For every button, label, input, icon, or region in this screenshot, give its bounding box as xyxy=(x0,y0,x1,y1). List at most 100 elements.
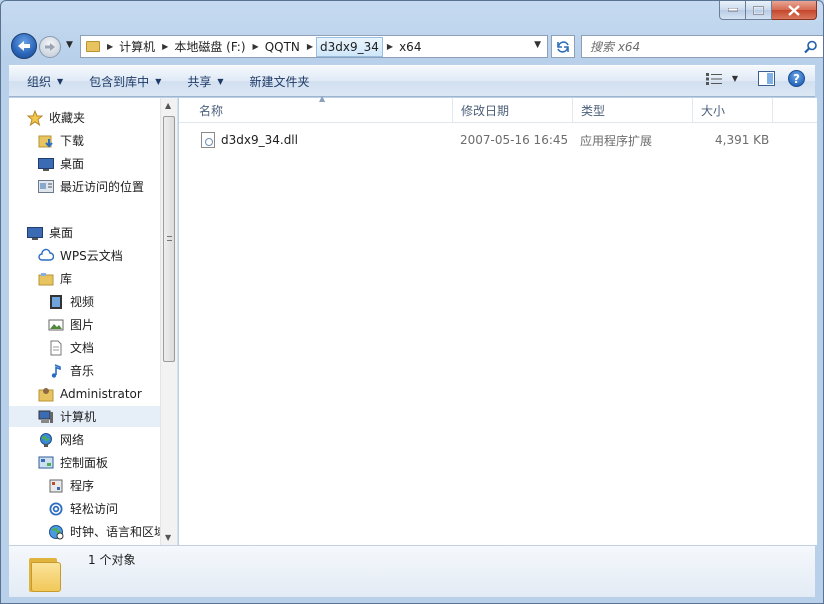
address-history-dropdown[interactable]: ▼ xyxy=(534,40,541,50)
help-icon[interactable]: ? xyxy=(788,70,805,87)
scroll-up-icon[interactable]: ▲ xyxy=(165,101,171,110)
item-count: 1 个对象 xyxy=(88,553,136,567)
column-header-size-label: 大小 xyxy=(701,104,726,118)
search-box[interactable] xyxy=(581,35,823,58)
details-pane: 1 个对象 xyxy=(9,545,815,597)
refresh-button[interactable] xyxy=(551,35,575,58)
sidebar-item-label: WPS云文档 xyxy=(60,249,123,263)
sidebar-item-programs[interactable]: 程序 xyxy=(48,475,94,496)
column-header-type[interactable]: 类型 xyxy=(573,98,693,123)
breadcrumb-x64[interactable]: x64 xyxy=(399,40,421,54)
chevron-right-icon[interactable]: ▶ xyxy=(107,42,113,51)
recent-pages-dropdown[interactable]: ▼ xyxy=(66,40,73,50)
scroll-down-icon[interactable]: ▼ xyxy=(165,533,171,542)
back-button[interactable] xyxy=(11,33,37,59)
sidebar-item-label: 最近访问的位置 xyxy=(60,180,145,194)
sidebar-item-downloads[interactable]: 下载 xyxy=(38,130,84,151)
sidebar-item-ease-of-access[interactable]: 轻松访问 xyxy=(48,498,118,519)
sidebar-favorites-label: 收藏夹 xyxy=(49,111,86,125)
breadcrumb-local-disk[interactable]: 本地磁盘 (F:) xyxy=(174,38,245,55)
sidebar-item-wps-cloud[interactable]: WPS云文档 xyxy=(38,245,123,266)
close-icon xyxy=(788,4,800,16)
chevron-right-icon[interactable]: ▶ xyxy=(307,42,313,51)
search-input[interactable] xyxy=(582,36,792,57)
column-header-name[interactable]: 名称 xyxy=(191,98,453,123)
file-row[interactable]: d3dx9_34.dll 2007-05-16 16:45 应用程序扩展 4,3… xyxy=(179,129,817,151)
sidebar-item-label: 网络 xyxy=(60,433,85,447)
chevron-right-icon[interactable]: ▶ xyxy=(162,42,168,51)
back-arrow-icon xyxy=(18,41,30,51)
computer-icon xyxy=(38,409,54,425)
new-folder-button[interactable]: 新建文件夹 xyxy=(242,69,318,93)
grip-icon xyxy=(167,236,172,241)
sidebar-item-label: Administrator xyxy=(60,386,142,401)
dll-file-icon xyxy=(201,132,215,148)
sidebar-item-pictures[interactable]: 图片 xyxy=(48,314,94,335)
column-header-modified-label: 修改日期 xyxy=(461,104,510,118)
refresh-icon xyxy=(557,40,569,53)
sidebar-favorites[interactable]: 收藏夹 xyxy=(27,107,85,128)
chevron-right-icon[interactable]: ▶ xyxy=(387,42,393,51)
sidebar-item-clock-language-region[interactable]: 时钟、语言和区域 xyxy=(48,521,166,542)
breadcrumb-qqtn[interactable]: QQTN xyxy=(265,40,300,54)
sidebar-item-label: 桌面 xyxy=(60,157,85,171)
sidebar-item-administrator[interactable]: Administrator xyxy=(38,383,142,404)
sidebar-item-documents[interactable]: 文档 xyxy=(48,337,94,358)
maximize-button[interactable] xyxy=(746,1,772,20)
organize-button[interactable]: 组织 ▼ xyxy=(19,69,71,93)
sidebar-item-label: 控制面板 xyxy=(60,456,109,470)
sidebar-desktop-label: 桌面 xyxy=(49,226,74,240)
folder-icon xyxy=(29,552,61,592)
user-folder-icon xyxy=(38,386,54,402)
preview-pane-icon[interactable] xyxy=(758,70,776,87)
view-details-icon xyxy=(705,72,722,85)
ease-of-access-icon xyxy=(48,501,64,517)
sidebar-item-music[interactable]: 音乐 xyxy=(48,360,94,381)
sidebar-item-label: 计算机 xyxy=(60,410,97,424)
sidebar-item-library[interactable]: 库 xyxy=(38,268,72,289)
close-button[interactable] xyxy=(772,1,817,20)
include-in-library-button[interactable]: 包含到库中 ▼ xyxy=(81,69,169,93)
sidebar-item-control-panel[interactable]: 控制面板 xyxy=(38,452,108,473)
sidebar-item-label: 文档 xyxy=(70,341,95,355)
organize-label: 组织 xyxy=(27,74,52,89)
column-header-modified[interactable]: 修改日期 xyxy=(453,98,573,123)
breadcrumb-computer[interactable]: 计算机 xyxy=(119,38,155,55)
folder-icon xyxy=(86,41,100,52)
video-icon xyxy=(48,294,64,310)
scrollbar-thumb[interactable] xyxy=(163,116,175,362)
sidebar-item-desktop[interactable]: 桌面 xyxy=(38,153,84,174)
sidebar-item-label: 时钟、语言和区域 xyxy=(70,525,167,539)
sidebar-item-network[interactable]: 网络 xyxy=(38,429,84,450)
minimize-button[interactable] xyxy=(719,1,746,20)
change-view-button[interactable]: ▼ xyxy=(705,72,738,85)
sidebar-item-label: 音乐 xyxy=(70,364,95,378)
navigation-scrollbar[interactable]: ▲ ▼ xyxy=(160,98,177,545)
address-bar[interactable]: ▶ 计算机 ▶ 本地磁盘 (F:) ▶ QQTN ▶ d3dx9_34 ▶ x6… xyxy=(80,35,548,58)
search-icon[interactable] xyxy=(804,40,818,54)
column-header-size[interactable]: 大小 xyxy=(693,98,773,123)
sidebar-item-label: 库 xyxy=(60,272,73,286)
share-label: 共享 xyxy=(187,74,212,89)
file-size: 4,391 KB xyxy=(715,133,770,147)
forward-button[interactable] xyxy=(39,36,61,58)
sidebar-item-recent-places[interactable]: 最近访问的位置 xyxy=(38,176,144,197)
sidebar-item-videos[interactable]: 视频 xyxy=(48,291,94,312)
sidebar-item-label: 轻松访问 xyxy=(70,502,119,516)
sidebar-item-label: 下载 xyxy=(60,134,85,148)
music-icon xyxy=(48,363,64,379)
share-button[interactable]: 共享 ▼ xyxy=(179,69,231,93)
sidebar-desktop-root[interactable]: 桌面 xyxy=(27,222,73,243)
navigation-row: ▼ ▶ 计算机 ▶ 本地磁盘 (F:) ▶ QQTN ▶ d3dx9_34 ▶ … xyxy=(9,33,823,61)
breadcrumb-d3dx9-34[interactable]: d3dx9_34 xyxy=(316,36,383,57)
new-folder-label: 新建文件夹 xyxy=(249,74,310,89)
chevron-down-icon: ▼ xyxy=(57,76,64,86)
sidebar-item-label: 视频 xyxy=(70,295,95,309)
file-name: d3dx9_34.dll xyxy=(221,133,298,147)
chevron-right-icon[interactable]: ▶ xyxy=(253,42,259,51)
navigation-pane: 收藏夹 下载 桌面 最近访问的位置 桌面 WPS云文档 库 视频 图片 文档 音… xyxy=(9,98,178,545)
file-name-cell: d3dx9_34.dll xyxy=(201,129,298,151)
forward-arrow-icon xyxy=(45,43,55,51)
sidebar-item-computer[interactable]: 计算机 xyxy=(9,406,161,427)
sidebar-item-label: 图片 xyxy=(70,318,95,332)
